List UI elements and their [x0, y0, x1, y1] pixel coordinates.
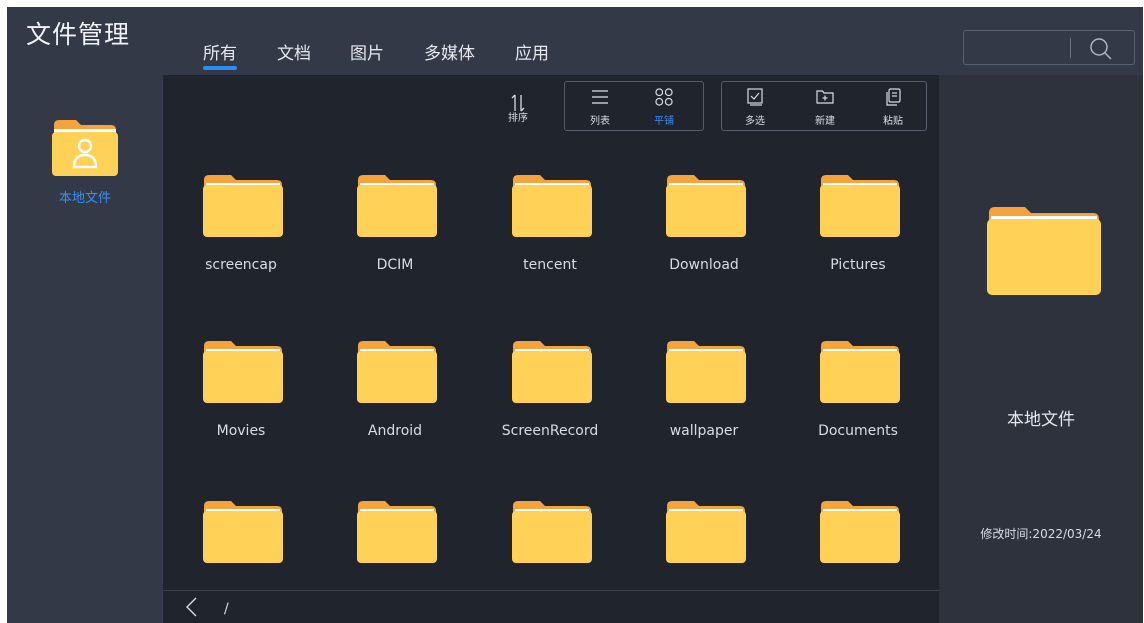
folder-icon: [666, 175, 746, 237]
folder-item[interactable]: ScreenRecord: [480, 341, 620, 461]
paste-label: 粘贴: [883, 116, 903, 127]
folder-icon: [357, 501, 437, 563]
folder-icon: [203, 501, 283, 563]
search-input[interactable]: [963, 30, 1135, 65]
folder-icon: [666, 341, 746, 403]
tab-multimedia[interactable]: 多媒体: [424, 39, 475, 64]
list-view-button[interactable]: 列表: [578, 82, 622, 132]
folder-name: Movies: [216, 423, 266, 439]
folder-name: Pictures: [830, 257, 886, 273]
detail-title: 本地文件: [1007, 410, 1075, 430]
folder-item[interactable]: wallpaper: [634, 341, 774, 461]
path-bar: /: [163, 590, 939, 623]
folder-item[interactable]: Download: [634, 175, 774, 295]
detail-panel: 本地文件 修改时间:2022/03/24: [939, 75, 1143, 623]
new-folder-icon: [816, 90, 834, 104]
sidebar-item-local-files[interactable]: 本地文件: [50, 117, 120, 207]
grid-icon: [655, 88, 673, 106]
folder-item[interactable]: Movies: [171, 341, 311, 461]
sidebar: 本地文件: [7, 75, 163, 623]
sidebar-item-label: 本地文件: [58, 191, 111, 206]
tile-label: 平铺: [654, 116, 674, 127]
actions-group: 多选 新建 粘贴: [721, 81, 927, 131]
main-content: 排序 列表 平铺 多选 新建 粘贴 screencap DCIM tencent…: [163, 75, 939, 623]
multiselect-button[interactable]: 多选: [733, 82, 777, 132]
file-manager-window: 文件管理 所有 文档 图片 多媒体 应用 本地文件 排序 列表 平铺 多选 新建…: [7, 7, 1143, 623]
folder-icon: [666, 501, 746, 563]
current-path: /: [224, 601, 229, 617]
folder-icon: [512, 175, 592, 237]
view-mode-group: 列表 平铺: [564, 81, 704, 131]
folder-icon: [987, 207, 1101, 295]
tab-pictures[interactable]: 图片: [350, 39, 384, 64]
tab-all[interactable]: 所有: [203, 39, 237, 70]
folder-item[interactable]: Pictures: [788, 175, 928, 295]
list-label: 列表: [590, 116, 610, 127]
folder-name: Download: [669, 257, 739, 273]
folder-icon: [512, 501, 592, 563]
sort-label: 排序: [508, 113, 528, 124]
new-label: 新建: [815, 116, 835, 127]
folder-item[interactable]: Documents: [788, 341, 928, 461]
sort-button[interactable]: 排序: [496, 87, 540, 137]
paste-button[interactable]: 粘贴: [871, 82, 915, 132]
back-arrow-icon[interactable]: [185, 597, 199, 617]
folder-item[interactable]: tencent: [480, 175, 620, 295]
checkbox-icon: [747, 88, 763, 106]
folder-name: wallpaper: [669, 423, 739, 439]
header: 文件管理 所有 文档 图片 多媒体 应用: [7, 7, 1143, 75]
folder-icon: [357, 175, 437, 237]
tile-view-button[interactable]: 平铺: [642, 82, 686, 132]
modified-time: 修改时间:2022/03/24: [980, 527, 1102, 541]
folder-name: screencap: [205, 257, 277, 273]
user-folder-icon: [52, 120, 118, 176]
multiselect-label: 多选: [745, 116, 765, 127]
tab-apps[interactable]: 应用: [515, 39, 549, 64]
folder-icon: [203, 341, 283, 403]
folder-item[interactable]: DCIM: [325, 175, 465, 295]
folder-name: ScreenRecord: [501, 423, 599, 439]
folder-icon: [820, 175, 900, 237]
folder-icon: [512, 341, 592, 403]
folder-item[interactable]: screencap: [171, 175, 311, 295]
tab-documents[interactable]: 文档: [277, 39, 311, 64]
folder-name: Android: [367, 423, 423, 439]
paste-icon: [886, 88, 901, 106]
list-icon: [592, 90, 608, 104]
new-folder-button[interactable]: 新建: [803, 82, 847, 132]
app-title: 文件管理: [26, 20, 131, 49]
folder-name: tencent: [523, 257, 577, 273]
search-icon[interactable]: [1089, 37, 1113, 61]
folder-item[interactable]: Android: [325, 341, 465, 461]
folder-icon: [357, 341, 437, 403]
folder-icon: [203, 175, 283, 237]
search-divider: [1070, 38, 1071, 58]
folder-icon: [820, 501, 900, 563]
folder-name: Documents: [818, 423, 898, 439]
folder-icon: [820, 341, 900, 403]
folder-name: DCIM: [376, 257, 414, 273]
